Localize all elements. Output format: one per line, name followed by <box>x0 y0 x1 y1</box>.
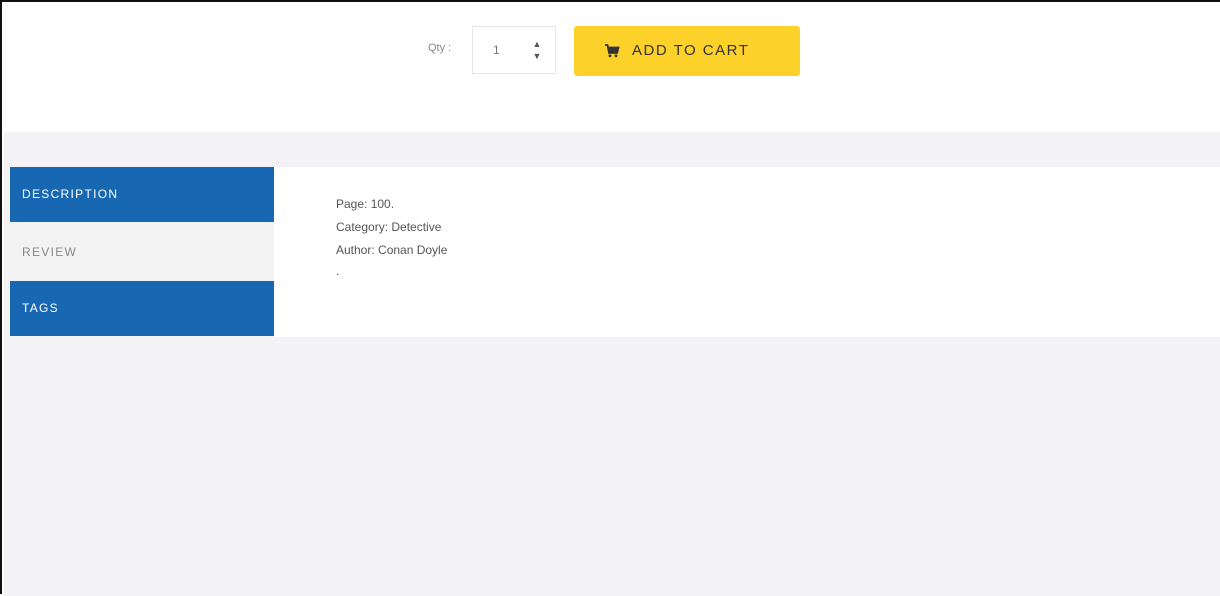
quantity-arrows: ▲ ▼ <box>531 37 543 63</box>
quantity-stepper[interactable]: 1 ▲ ▼ <box>472 26 556 74</box>
description-panel: Page: 100. Category: Detective Author: C… <box>274 167 1220 337</box>
quantity-label: Qty : <box>428 42 452 54</box>
tab-review[interactable]: REVIEW <box>10 224 274 281</box>
description-category: Category: Detective <box>336 220 442 234</box>
shopping-cart-icon <box>605 44 620 58</box>
add-to-cart-button[interactable]: ADD TO CART <box>574 26 800 76</box>
page-frame: Qty : 1 ▲ ▼ ADD TO CART DESCRIPTION REVI… <box>0 0 1220 596</box>
tab-description[interactable]: DESCRIPTION <box>10 167 281 222</box>
caret-down-icon[interactable]: ▼ <box>531 51 543 61</box>
description-trailing-dot: . <box>336 264 340 278</box>
caret-up-icon[interactable]: ▲ <box>531 39 543 49</box>
quantity-value[interactable]: 1 <box>493 43 500 57</box>
description-author: Author: Conan Doyle <box>336 243 448 257</box>
tab-tags[interactable]: TAGS <box>10 281 281 336</box>
description-page: Page: 100. <box>336 197 395 211</box>
add-to-cart-label: ADD TO CART <box>632 42 750 59</box>
product-actions-bar: Qty : 1 ▲ ▼ ADD TO CART <box>4 4 1220 132</box>
